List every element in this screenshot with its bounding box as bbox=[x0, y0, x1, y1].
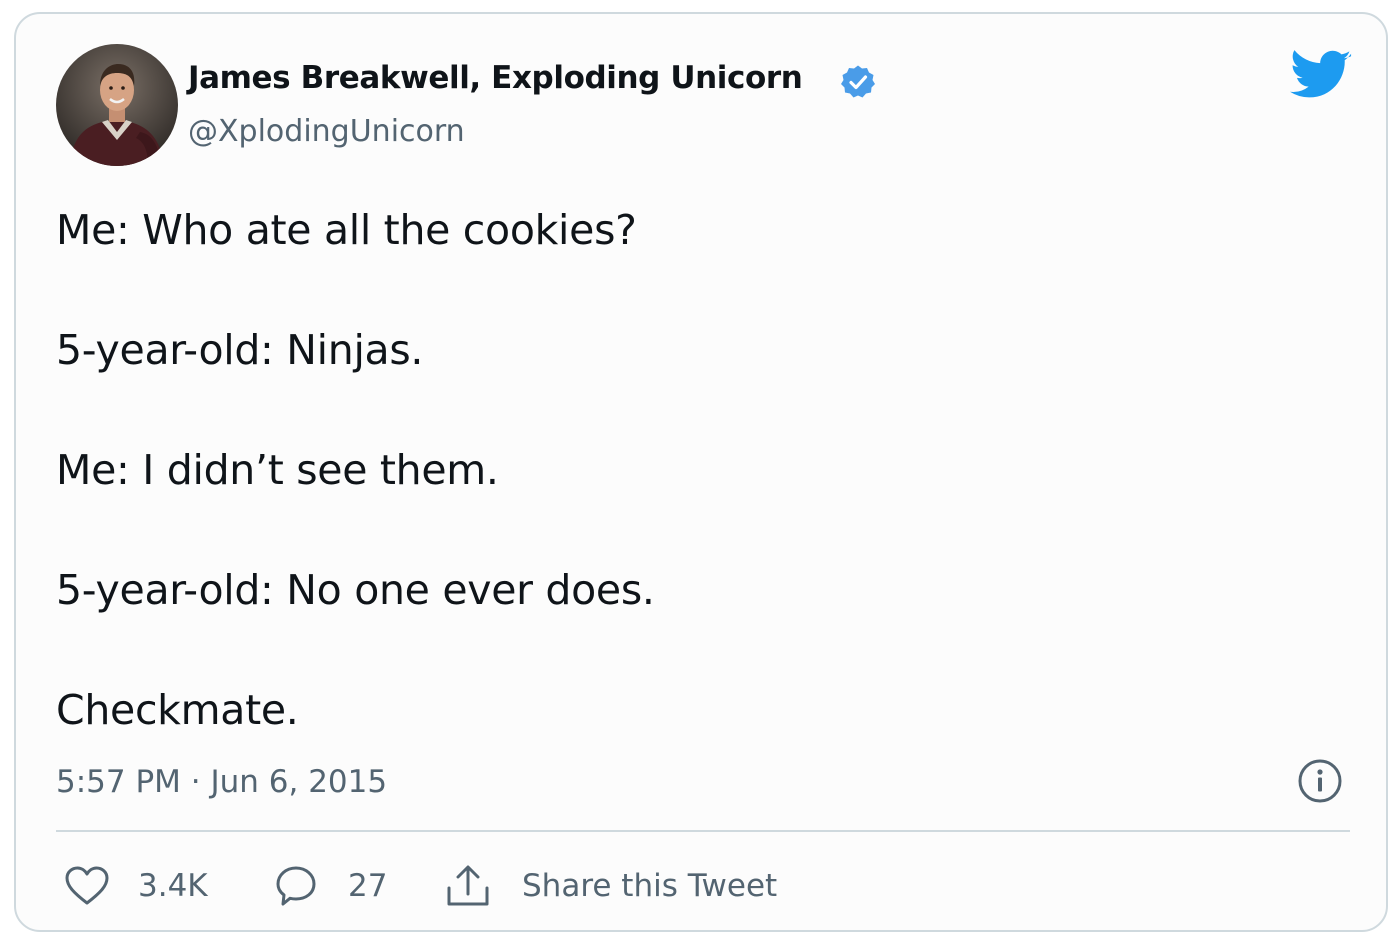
info-icon[interactable] bbox=[1297, 758, 1343, 804]
tweet-text-line: Me: Who ate all the cookies? bbox=[56, 206, 637, 254]
verified-badge-icon[interactable] bbox=[840, 64, 876, 100]
author-name[interactable]: James Breakwell, Exploding Unicorn bbox=[188, 60, 803, 96]
reply-button[interactable]: 27 bbox=[274, 862, 387, 910]
reply-count: 27 bbox=[348, 868, 388, 904]
author-avatar[interactable] bbox=[56, 44, 178, 166]
heart-icon bbox=[65, 866, 109, 905]
tweet-text: Me: Who ate all the cookies? 5-year-old:… bbox=[56, 200, 1346, 740]
avatar-photo bbox=[56, 44, 178, 166]
tweet-text-line: 5-year-old: Ninjas. bbox=[56, 326, 424, 374]
share-icon bbox=[447, 865, 489, 906]
like-count: 3.4K bbox=[138, 868, 208, 904]
like-button[interactable]: 3.4K bbox=[64, 862, 208, 910]
twitter-bird-icon[interactable] bbox=[1290, 50, 1352, 102]
tweet-card: James Breakwell, Exploding Unicorn @Xplo… bbox=[14, 12, 1388, 932]
tweet-timestamp[interactable]: 5:57 PM · Jun 6, 2015 bbox=[56, 764, 387, 800]
author-handle[interactable]: @XplodingUnicorn bbox=[188, 114, 465, 149]
divider bbox=[56, 830, 1350, 832]
tweet-text-line: 5-year-old: No one ever does. bbox=[56, 566, 655, 614]
speech-bubble-icon bbox=[276, 866, 316, 906]
tweet-text-line: Checkmate. bbox=[56, 686, 299, 734]
tweet-text-line: Me: I didn’t see them. bbox=[56, 446, 499, 494]
share-label: Share this Tweet bbox=[522, 868, 778, 904]
share-button[interactable]: Share this Tweet bbox=[444, 862, 777, 910]
